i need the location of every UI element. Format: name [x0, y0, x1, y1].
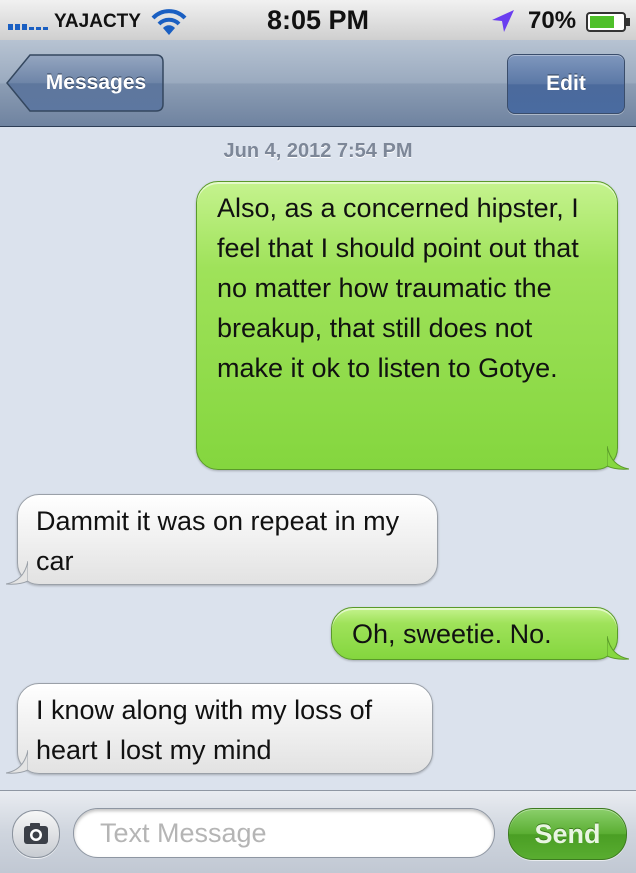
- bubble-tail: [607, 446, 629, 470]
- edit-button[interactable]: Edit: [507, 54, 625, 114]
- message-text: Dammit it was on repeat in my car: [36, 506, 400, 576]
- camera-icon: [24, 823, 48, 844]
- bubble-tail: [6, 561, 28, 585]
- conversation-timestamp: Jun 4, 2012 7:54 PM: [223, 140, 413, 162]
- status-bar: YAJACTY 8:05 PM 70%: [0, 0, 636, 41]
- message-bubble-outgoing[interactable]: Also, as a concerned hipster, I feel tha…: [196, 181, 629, 470]
- navigation-bar: Messages Edit: [0, 40, 636, 127]
- camera-button[interactable]: [12, 810, 60, 858]
- text-message-input[interactable]: [73, 808, 495, 858]
- message-bubble-outgoing[interactable]: Oh, sweetie. No.: [331, 607, 629, 660]
- message-bubble-incoming[interactable]: I know along with my loss of heart I los…: [6, 683, 433, 774]
- message-composer: Send: [0, 790, 636, 873]
- battery-icon: [586, 12, 630, 32]
- bubble-tail: [607, 636, 629, 660]
- message-bubble-incoming[interactable]: Dammit it was on repeat in my car: [6, 494, 438, 585]
- message-text: Also, as a concerned hipster, I feel tha…: [217, 193, 579, 383]
- message-text: Oh, sweetie. No.: [352, 619, 552, 649]
- message-text: I know along with my loss of heart I los…: [36, 695, 373, 765]
- bubble-tail: [6, 750, 28, 774]
- send-button[interactable]: Send: [508, 808, 627, 860]
- battery-percent: 70%: [528, 7, 577, 34]
- location-icon: [492, 10, 514, 32]
- back-button-label: Messages: [45, 71, 147, 94]
- back-messages-button[interactable]: Messages: [6, 54, 164, 112]
